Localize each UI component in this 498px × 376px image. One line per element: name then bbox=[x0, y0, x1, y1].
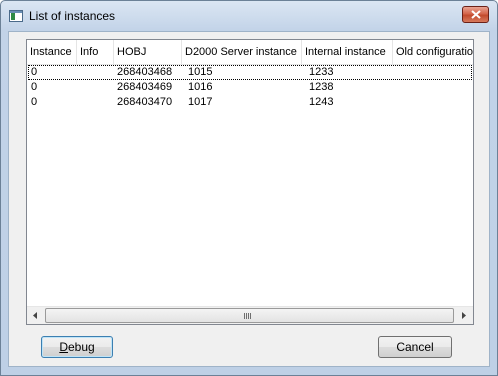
arrow-right-icon bbox=[462, 312, 466, 319]
cell-server-instance: 1017 bbox=[188, 96, 213, 108]
column-header-internal-instance[interactable]: Internal instance bbox=[302, 40, 393, 64]
cell-instance: 0 bbox=[31, 66, 38, 78]
cell-server-instance: 1016 bbox=[188, 81, 213, 93]
close-icon bbox=[471, 10, 481, 19]
cell-instance: 0 bbox=[31, 81, 38, 93]
cell-internal-instance: 1238 bbox=[309, 81, 334, 93]
horizontal-scrollbar[interactable] bbox=[27, 306, 473, 324]
list-header: Instance Info HOBJ D2000 Server instance… bbox=[27, 40, 473, 65]
instances-list[interactable]: Instance Info HOBJ D2000 Server instance… bbox=[26, 39, 474, 325]
scroll-left-button[interactable] bbox=[27, 307, 44, 324]
column-header-info[interactable]: Info bbox=[77, 40, 114, 64]
column-header-server-instance[interactable]: D2000 Server instance bbox=[182, 40, 302, 64]
cell-internal-instance: 1243 bbox=[309, 96, 334, 108]
debug-button-label: ebug bbox=[67, 340, 95, 354]
cell-hobj: 268403469 bbox=[117, 81, 173, 93]
table-row[interactable]: 0 268403470 1017 1243 bbox=[28, 95, 472, 110]
cell-server-instance: 1015 bbox=[188, 66, 213, 78]
arrow-left-icon bbox=[33, 312, 37, 319]
cancel-button[interactable]: Cancel bbox=[378, 336, 452, 358]
scroll-right-button[interactable] bbox=[456, 307, 473, 324]
column-header-old-configuration[interactable]: Old configuration bbox=[393, 40, 473, 64]
dialog-client-area: Instance Info HOBJ D2000 Server instance… bbox=[8, 31, 490, 367]
cell-internal-instance: 1233 bbox=[309, 66, 334, 78]
debug-button-accel: D bbox=[59, 340, 68, 354]
column-header-instance[interactable]: Instance bbox=[27, 40, 77, 64]
table-row[interactable]: 0 268403469 1016 1238 bbox=[28, 80, 472, 95]
dialog-window: List of instances Instance Info HOBJ D20… bbox=[0, 0, 498, 376]
cell-hobj: 268403470 bbox=[117, 96, 173, 108]
close-button[interactable] bbox=[462, 6, 489, 23]
column-header-hobj[interactable]: HOBJ bbox=[114, 40, 182, 64]
title-bar[interactable]: List of instances bbox=[1, 1, 497, 31]
grip-icon bbox=[244, 313, 253, 319]
scrollbar-thumb[interactable] bbox=[45, 308, 454, 323]
debug-button[interactable]: Debug bbox=[41, 336, 113, 358]
window-title: List of instances bbox=[29, 9, 116, 23]
table-row[interactable]: 0 268403468 1015 1233 bbox=[28, 65, 472, 80]
window-app-icon bbox=[9, 10, 23, 22]
cell-hobj: 268403468 bbox=[117, 66, 173, 78]
cell-instance: 0 bbox=[31, 96, 38, 108]
